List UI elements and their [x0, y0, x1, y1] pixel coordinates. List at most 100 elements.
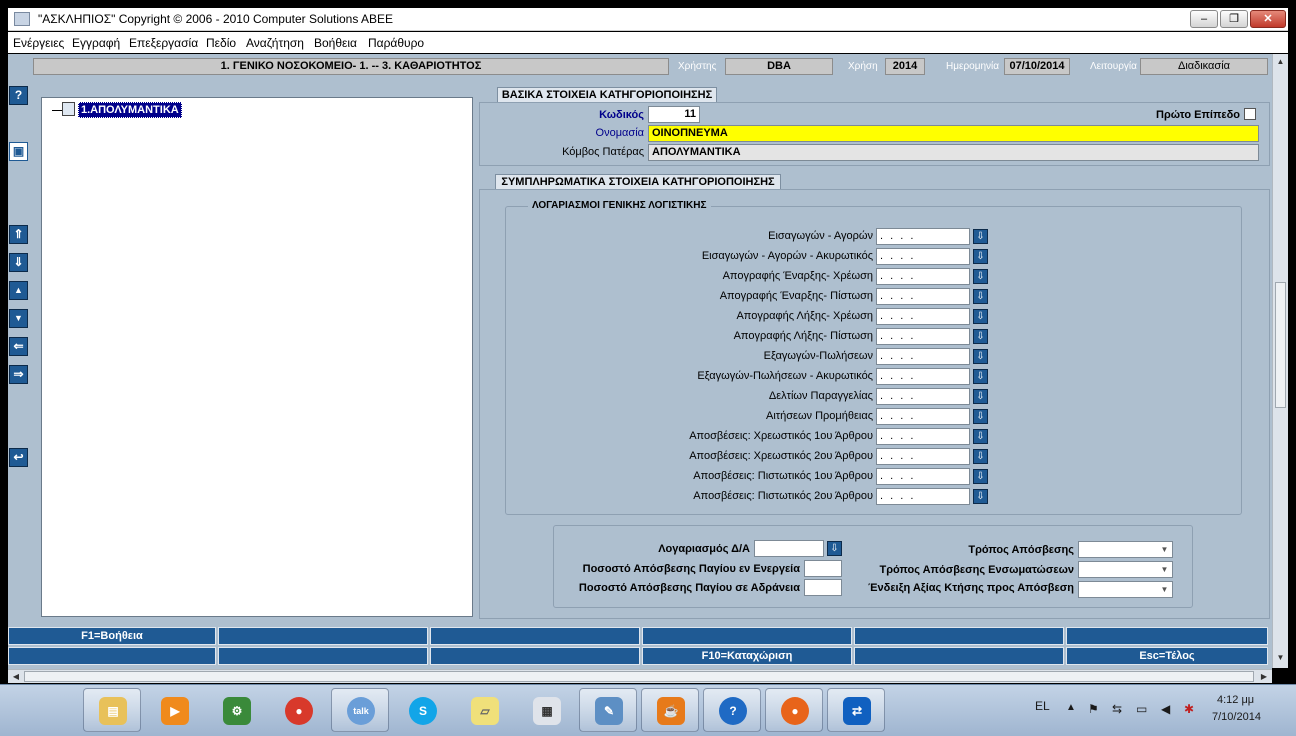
category-tree[interactable]: 1.ΑΠΟΛΥΜΑΝΤΙΚΑ [41, 97, 473, 617]
monitor-icon[interactable]: ▭ [1136, 702, 1147, 716]
scroll-left-icon[interactable]: ◀ [10, 671, 22, 682]
account-lookup-icon[interactable]: ⇩ [973, 429, 988, 444]
account-lookup-icon[interactable]: ⇩ [973, 329, 988, 344]
notepad-icon[interactable]: ✎ [579, 688, 637, 732]
account-field[interactable]: . . . . [876, 488, 970, 505]
vertical-scrollbar[interactable]: ▲ ▼ [1272, 54, 1288, 668]
tree-node-selected[interactable]: 1.ΑΠΟΛΥΜΑΝΤΙΚΑ [78, 102, 182, 118]
active-rate-field[interactable] [804, 560, 842, 577]
account-field[interactable]: . . . . [876, 448, 970, 465]
account-lookup-icon[interactable]: ⇩ [973, 489, 988, 504]
menu-edit[interactable]: Επεξεργασία [129, 36, 198, 50]
tray-chevron-up-icon[interactable]: ▲ [1066, 702, 1076, 713]
calculator-icon[interactable]: ▦ [517, 688, 575, 732]
help-icon[interactable]: ? [9, 86, 28, 105]
account-lookup-icon[interactable]: ⇩ [973, 469, 988, 484]
account-lookup-icon[interactable]: ⇩ [973, 349, 988, 364]
menu-record[interactable]: Εγγραφή [72, 36, 120, 50]
account-lookup-icon[interactable]: ⇩ [973, 249, 988, 264]
language-indicator[interactable]: EL [1035, 699, 1050, 713]
account-field[interactable]: . . . . [876, 288, 970, 305]
account-lookup-icon[interactable]: ⇩ [973, 269, 988, 284]
restore-button[interactable]: ❐ [1220, 10, 1248, 28]
clock-date[interactable]: 7/10/2014 [1212, 711, 1261, 723]
fkey-slot-2[interactable] [218, 627, 428, 645]
undo-icon[interactable]: ↩ [9, 448, 28, 467]
first-level-checkbox[interactable] [1244, 108, 1256, 120]
save-icon[interactable]: ▣ [9, 142, 28, 161]
menu-field[interactable]: Πεδίο [206, 36, 236, 50]
media-player-icon[interactable]: ▶ [145, 688, 203, 732]
folder-icon[interactable]: ▤ [83, 688, 141, 732]
scroll-down-icon[interactable]: ▼ [1275, 652, 1286, 663]
depreciation-account-lookup-icon[interactable]: ⇩ [827, 541, 842, 556]
next-record-icon[interactable]: ▼ [9, 309, 28, 328]
account-lookup-icon[interactable]: ⇩ [973, 449, 988, 464]
scroll-up-icon[interactable]: ▲ [1275, 56, 1286, 67]
f10-save-button[interactable]: F10=Καταχώριση [642, 647, 852, 665]
account-field[interactable]: . . . . [876, 408, 970, 425]
scroll-right-icon[interactable]: ▶ [1258, 671, 1270, 682]
account-field[interactable]: . . . . [876, 228, 970, 245]
previous-block-icon[interactable]: ⇐ [9, 337, 28, 356]
hscroll-thumb[interactable] [24, 671, 1254, 682]
fkey-slot-6[interactable] [1066, 627, 1268, 645]
network-icon[interactable]: ⚙ [207, 688, 265, 732]
account-field[interactable]: . . . . [876, 428, 970, 445]
account-field[interactable]: . . . . [876, 308, 970, 325]
fkey-slot-3[interactable] [430, 627, 640, 645]
menu-window[interactable]: Παράθυρο [368, 36, 424, 50]
help-icon[interactable]: ? [703, 688, 761, 732]
chrome-icon[interactable]: ● [269, 688, 327, 732]
fkey-slot-9[interactable] [430, 647, 640, 665]
java-icon[interactable]: ☕ [641, 688, 699, 732]
fkey-slot-7[interactable] [8, 647, 216, 665]
fkey-slot-5[interactable] [854, 627, 1064, 645]
fkey-slot-4[interactable] [642, 627, 852, 645]
last-record-icon[interactable]: ⇓ [9, 253, 28, 272]
account-field[interactable]: . . . . [876, 328, 970, 345]
close-button[interactable]: ✕ [1250, 10, 1286, 28]
firefox-icon[interactable]: ● [765, 688, 823, 732]
talk-icon[interactable]: talk [331, 688, 389, 732]
method-incorporation-select[interactable]: ▼ [1078, 561, 1173, 578]
fkey-slot-8[interactable] [218, 647, 428, 665]
account-field[interactable]: . . . . [876, 268, 970, 285]
account-field[interactable]: . . . . [876, 368, 970, 385]
sticky-notes-icon[interactable]: ▱ [455, 688, 513, 732]
account-field[interactable]: . . . . [876, 348, 970, 365]
account-field[interactable]: . . . . [876, 248, 970, 265]
previous-record-icon[interactable]: ▲ [9, 281, 28, 300]
method-select[interactable]: ▼ [1078, 541, 1173, 558]
first-record-icon[interactable]: ⇑ [9, 225, 28, 244]
idle-rate-field[interactable] [804, 579, 842, 596]
account-lookup-icon[interactable]: ⇩ [973, 229, 988, 244]
network-status-icon[interactable]: ✱ [1184, 702, 1194, 716]
account-lookup-icon[interactable]: ⇩ [973, 369, 988, 384]
menu-search[interactable]: Αναζήτηση [246, 36, 304, 50]
account-lookup-icon[interactable]: ⇩ [973, 309, 988, 324]
account-lookup-icon[interactable]: ⇩ [973, 389, 988, 404]
account-field[interactable]: . . . . [876, 388, 970, 405]
scroll-thumb[interactable] [1275, 282, 1286, 408]
flag-icon[interactable]: ⚑ [1088, 702, 1099, 716]
minimize-button[interactable]: – [1190, 10, 1218, 28]
skype-icon[interactable]: S [393, 688, 451, 732]
depreciation-account-field[interactable] [754, 540, 824, 557]
account-lookup-icon[interactable]: ⇩ [973, 289, 988, 304]
clock-time[interactable]: 4:12 μμ [1217, 694, 1254, 706]
acquisition-value-select[interactable]: ▼ [1078, 581, 1173, 598]
menu-help[interactable]: Βοήθεια [314, 36, 357, 50]
teamviewer-icon[interactable]: ⇄ [827, 688, 885, 732]
next-block-icon[interactable]: ⇒ [9, 365, 28, 384]
esc-exit-button[interactable]: Esc=Τέλος [1066, 647, 1268, 665]
name-field[interactable]: ΟΙΝΟΠΝΕΥΜΑ [648, 125, 1259, 142]
sync-icon[interactable]: ⇆ [1112, 702, 1122, 716]
code-field[interactable]: 11 [648, 106, 700, 123]
horizontal-scrollbar[interactable]: ◀ ▶ [8, 669, 1272, 683]
fkey-slot-11[interactable] [854, 647, 1064, 665]
account-lookup-icon[interactable]: ⇩ [973, 409, 988, 424]
menu-actions[interactable]: Ενέργειες [13, 36, 64, 50]
speaker-icon[interactable]: ◀ [1161, 702, 1170, 716]
f1-help-button[interactable]: F1=Βοήθεια [8, 627, 216, 645]
